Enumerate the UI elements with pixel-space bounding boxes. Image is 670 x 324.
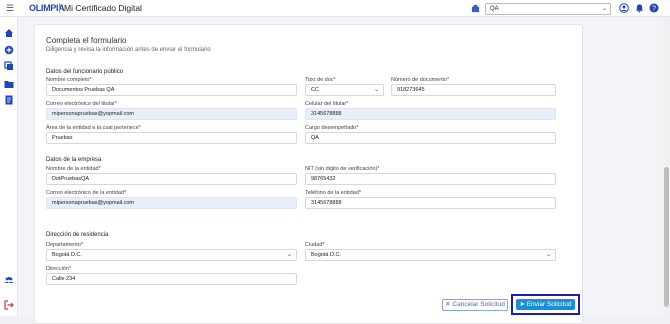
cancel-request-button[interactable]: ✕ Cancelar Solicitud [442,299,508,311]
address-label: Dirección* [46,266,72,272]
svg-text:?: ? [652,6,656,13]
department-select[interactable]: Bogotá D.C. ⌄ [46,249,297,261]
role-label: Cargo desempeñado* [305,125,359,131]
sidebar [0,17,18,316]
company-email-input[interactable]: mipersonapruebas@yopmail.com [46,197,297,209]
nit-label: NIT (sin digito de verificación)* [305,166,380,172]
form-title: Completa el formulario [46,36,127,45]
chevron-down-icon: ⌄ [545,252,551,258]
company-name-input[interactable]: DotPruebasQA [46,173,297,185]
home-icon[interactable] [4,28,14,38]
chevron-down-icon: ⌄ [286,252,292,258]
department-label: Departamento* [46,242,83,248]
area-input[interactable]: Pruebas [46,132,297,144]
logout-icon[interactable] [4,300,14,310]
menu-icon[interactable]: ☰ [6,4,14,13]
app-title: Mi Certificado Digital [64,3,142,13]
environment-select[interactable]: QA ⌄ [485,3,611,15]
main-content: Completa el formulario Diligencia y revi… [18,17,663,324]
doc-number-label: Número de documento* [391,77,450,83]
section-official-title: Datos del funcionario público [46,69,124,75]
company-phone-label: Teléfono de la entidad* [305,190,361,196]
add-circle-icon[interactable] [4,45,14,55]
form-subtitle: Diligencia y revisa la información antes… [46,47,211,53]
company-email-label: Correo electrónico de la entidad* [46,190,127,196]
form-card: Completa el formulario Diligencia y revi… [34,24,583,324]
user-account-icon[interactable] [619,3,629,13]
notifications-bell-icon[interactable] [635,3,644,13]
top-bar: ☰ OLIMPIA Mi Certificado Digital QA ⌄ ? [0,0,670,17]
area-label: Área de la entidad a la cual pertenece* [46,125,141,131]
document-icon[interactable] [4,95,14,105]
role-input[interactable]: QA [305,132,556,144]
send-request-button[interactable]: ➤ Enviar Solicitud [516,299,575,310]
folder-icon[interactable] [4,79,14,89]
environment-select-value: QA [490,6,499,12]
help-icon[interactable]: ? [649,3,659,13]
doc-type-value: CC [311,87,319,93]
official-phone-label: Celular del titular* [305,101,349,107]
doc-type-select[interactable]: CC ⌄ [305,84,384,96]
official-email-label: Correo electrónico del titular* [46,101,117,107]
logo-divider [59,3,60,13]
official-email-input[interactable]: mipersonapruebas@yopmail.com [46,108,297,120]
copy-certificates-icon[interactable] [4,61,14,71]
section-address-title: Dirección de residencia [46,232,109,238]
section-company-title: Datos de la empresa [46,157,102,163]
official-name-label: Nombre completo* [46,77,92,83]
official-phone-input[interactable]: 3145678888 [305,108,556,120]
users-group-icon[interactable] [4,275,14,285]
department-value: Bogotá D.C. [52,252,82,258]
doc-number-input[interactable]: 918273645 [391,84,556,96]
city-select[interactable]: Bogotá D.C. ⌄ [305,249,556,261]
official-name-input[interactable]: Documentos Pruebas QA [46,84,297,96]
chevron-down-icon: ⌄ [373,87,379,93]
city-value: Bogotá D.C. [311,252,341,258]
building-icon [471,4,480,13]
vertical-scrollbar[interactable] [663,17,670,316]
scrollbar-thumb[interactable] [664,167,669,307]
city-label: Ciudad* [305,242,325,248]
doc-type-label: Tipo de doc* [305,77,336,83]
chevron-down-icon: ⌄ [601,6,607,12]
company-name-label: Nombre de la entidad* [46,166,101,172]
nit-input[interactable]: 98765432 [305,173,556,185]
send-request-highlight: ➤ Enviar Solicitud [511,294,580,315]
address-input[interactable]: Calle 234 [46,273,297,285]
company-phone-input[interactable]: 3145678888 [305,197,556,209]
